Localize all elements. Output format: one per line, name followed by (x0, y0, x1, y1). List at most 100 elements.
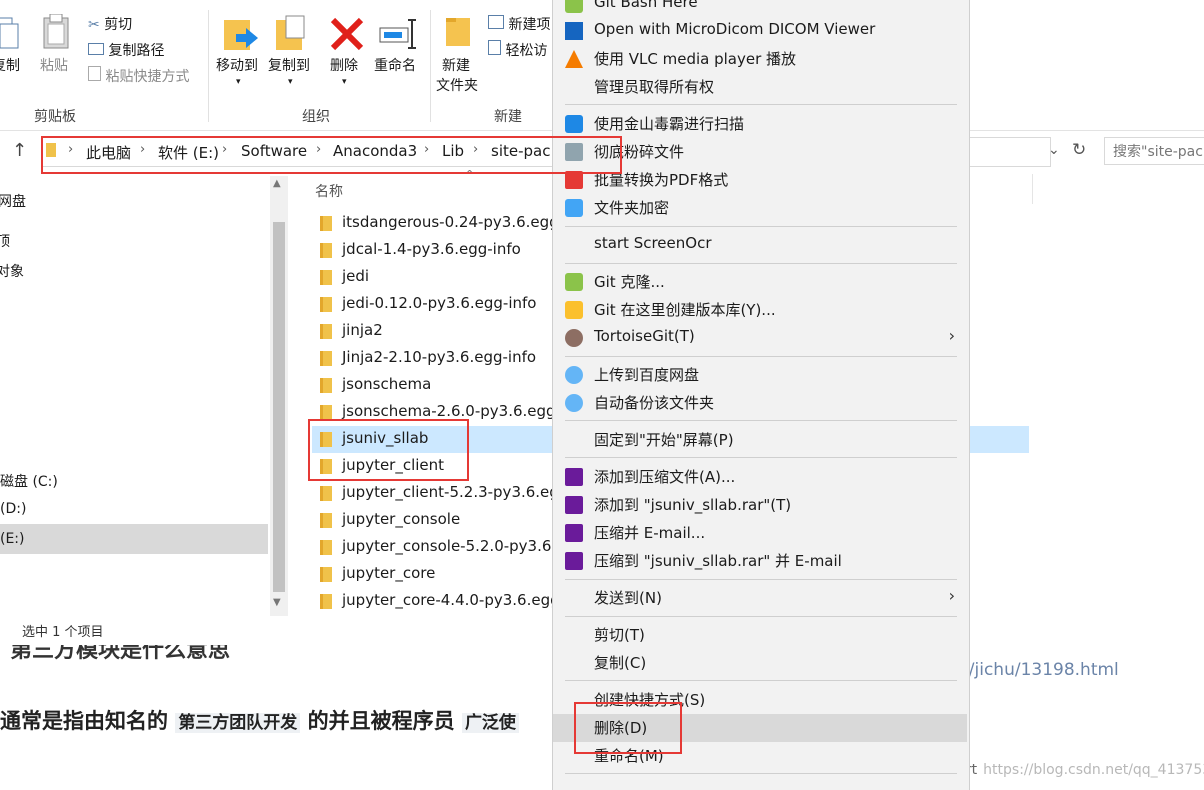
winrar-icon (565, 524, 583, 542)
annotation-folder-box (308, 419, 469, 481)
clipboard-group-label: 剪贴板 (34, 109, 76, 125)
paste-shortcut-button[interactable]: 粘贴快捷方式 (88, 66, 189, 86)
folder-icon (320, 486, 332, 501)
menu-separator (565, 773, 957, 774)
nav-item-cloud[interactable]: 网盘 (0, 191, 26, 211)
cut-button[interactable]: ✂ 剪切 (88, 14, 132, 34)
menu-separator (565, 616, 957, 617)
search-input[interactable]: 搜索"site-pac (1104, 137, 1204, 165)
menu-separator (565, 420, 957, 421)
scroll-down-icon[interactable]: ▼ (273, 597, 281, 608)
up-arrow-icon[interactable]: ↑ (12, 140, 27, 161)
nav-item-objects[interactable]: 对象 (0, 261, 24, 281)
winrar-icon (565, 552, 583, 570)
kingsoft-shield-icon (565, 115, 583, 133)
menu-item-git-clone[interactable]: Git 克隆... (553, 268, 967, 296)
folder-icon (320, 270, 332, 285)
microdicom-icon (565, 22, 583, 40)
address-dropdown-icon[interactable]: ⌄ (1048, 142, 1060, 158)
new-group-label: 新建 (494, 109, 522, 125)
folder-icon (320, 216, 332, 231)
delete-x-icon (330, 17, 364, 51)
menu-item-take-ownership[interactable]: 管理员取得所有权 (553, 73, 967, 101)
menu-item-tortoisegit[interactable]: TortoiseGit(T) › (553, 324, 967, 352)
path-icon (88, 43, 104, 55)
lock-shield-icon (565, 199, 583, 217)
copy-icon (0, 17, 19, 49)
winrar-icon (565, 496, 583, 514)
menu-separator (565, 356, 957, 357)
menu-separator (565, 263, 957, 264)
copy-to-icon (276, 15, 305, 50)
menu-item-microdicom[interactable]: Open with MicroDicom DICOM Viewer (553, 17, 967, 45)
article-link[interactable]: u/jichu/13198.html (958, 660, 1119, 680)
menu-item-folder-encrypt[interactable]: 文件夹加密 (553, 194, 967, 222)
watermark-text: https://blog.csdn.net/qq_41375318 (983, 762, 1204, 778)
new-item-icon (488, 15, 504, 29)
folder-icon (320, 540, 332, 555)
menu-item-vlc[interactable]: 使用 VLC media player 播放 (553, 45, 967, 73)
menu-separator (565, 579, 957, 580)
nav-item-drive-e[interactable]: (E:) (0, 531, 25, 547)
nav-item-drive-d[interactable]: (D:) (0, 501, 26, 517)
git-clone-icon (565, 273, 583, 291)
menu-separator (565, 457, 957, 458)
folder-icon (320, 324, 332, 339)
git-bash-icon (565, 0, 583, 13)
dropdown-icon: ▾ (288, 77, 293, 87)
scissors-icon: ✂ (88, 17, 100, 33)
scroll-up-icon[interactable]: ▲ (273, 178, 281, 189)
move-to-icon (224, 20, 258, 50)
folder-icon (320, 513, 332, 528)
status-selection-text: 选中 1 个项目 (22, 625, 104, 640)
menu-separator (565, 226, 957, 227)
nav-item-drive-c[interactable]: 磁盘 (C:) (0, 471, 58, 491)
folder-icon (320, 378, 332, 393)
folder-icon (320, 351, 332, 366)
menu-item-compress-email[interactable]: 压缩并 E-mail... (553, 519, 967, 547)
annotation-address-box (41, 136, 622, 174)
article-text-2: 的并且被程序员 (307, 709, 455, 733)
folder-icon (320, 567, 332, 582)
winrar-icon (565, 468, 583, 486)
submenu-arrow-icon: › (948, 586, 955, 605)
folder-icon (320, 594, 332, 609)
menu-item-cut[interactable]: 剪切(T) (553, 621, 967, 649)
menu-item-kingsoft-scan[interactable]: 使用金山毒霸进行扫描 (553, 110, 967, 138)
folder-icon (320, 243, 332, 258)
menu-item-upload-baidu[interactable]: 上传到百度网盘 (553, 361, 967, 389)
menu-item-add-rar[interactable]: 添加到 "jsuniv_sllab.rar"(T) (553, 491, 967, 519)
nav-selection (0, 524, 268, 554)
menu-item-screenocr[interactable]: start ScreenOcr (553, 231, 967, 259)
menu-item-add-archive[interactable]: 添加到压缩文件(A)... (553, 463, 967, 491)
nav-item-top[interactable]: 顶 (0, 231, 10, 251)
menu-item-git-create-repo[interactable]: Git 在这里创建版本库(Y)... (553, 296, 967, 324)
organize-group-label: 组织 (302, 109, 330, 125)
vlc-cone-icon (565, 50, 583, 68)
ribbon-separator (208, 10, 209, 122)
annotation-delete-box (574, 702, 682, 754)
article-text-1: 通常是指由知名的 (0, 709, 168, 733)
submenu-arrow-icon: › (948, 326, 955, 345)
new-folder-icon (446, 18, 470, 46)
rename-icon (379, 19, 416, 49)
easy-access-icon (488, 40, 501, 55)
menu-item-copy[interactable]: 复制(C) (553, 649, 967, 677)
refresh-icon[interactable]: ↻ (1072, 140, 1086, 160)
menu-item-pin-start[interactable]: 固定到"开始"屏幕(P) (553, 426, 967, 454)
easy-access-button[interactable]: 轻松访 (488, 40, 547, 60)
copy-path-button[interactable]: 复制路径 (88, 40, 164, 60)
menu-item-compress-rar-email[interactable]: 压缩到 "jsuniv_sllab.rar" 并 E-mail (553, 547, 967, 575)
column-divider (1032, 174, 1033, 204)
menu-item-auto-backup[interactable]: 自动备份该文件夹 (553, 389, 967, 417)
menu-item-git-bash[interactable]: Git Bash Here (553, 0, 967, 18)
menu-separator (565, 680, 957, 681)
watermark: serthttps://blog.csdn.net/qq_41375318 (950, 762, 1204, 778)
new-item-button[interactable]: 新建项 (488, 14, 550, 34)
backup-cloud-icon (565, 394, 583, 412)
shortcut-icon (88, 66, 101, 81)
nav-scrollbar-thumb[interactable] (273, 222, 285, 592)
column-header-name[interactable]: 名称 (315, 181, 343, 201)
menu-item-send-to[interactable]: 发送到(N) › (553, 584, 967, 612)
paste-icon (43, 14, 69, 49)
